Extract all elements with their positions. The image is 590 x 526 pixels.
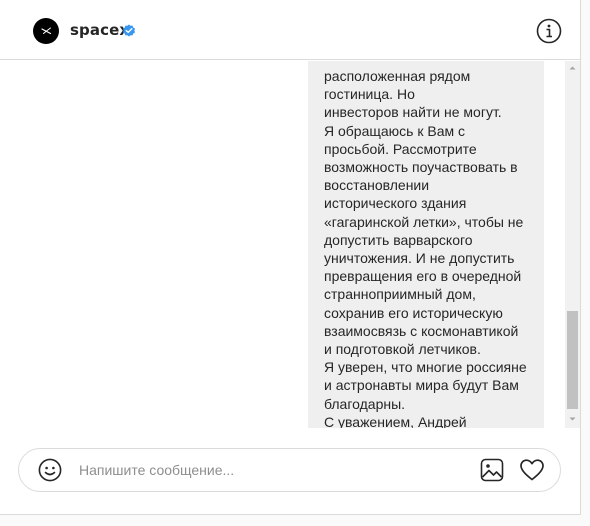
heart-icon[interactable] [519, 458, 545, 482]
message-text: расположенная рядом гостиница. Но инвест… [324, 68, 527, 428]
spacex-logo-icon [41, 27, 52, 35]
image-icon[interactable] [480, 458, 504, 482]
message-input[interactable] [79, 457, 459, 483]
thread-scrollbar[interactable] [565, 61, 580, 428]
direct-message-window: spacex расположенная рядом гостиница. Но… [0, 0, 581, 515]
chat-header: spacex [0, 0, 580, 60]
scroll-down-arrow-icon[interactable] [565, 412, 580, 426]
avatar[interactable] [33, 18, 59, 44]
username[interactable]: spacex [70, 21, 129, 39]
smiley-icon[interactable] [38, 458, 62, 482]
message-composer [18, 448, 561, 492]
message-bubble[interactable]: расположенная рядом гостиница. Но инвест… [308, 61, 544, 428]
verified-badge-icon [123, 24, 135, 37]
scrollbar-thumb[interactable] [567, 311, 578, 409]
message-thread[interactable]: расположенная рядом гостиница. Но инвест… [0, 61, 565, 428]
scroll-up-arrow-icon[interactable] [565, 61, 580, 75]
info-icon[interactable] [536, 18, 562, 44]
